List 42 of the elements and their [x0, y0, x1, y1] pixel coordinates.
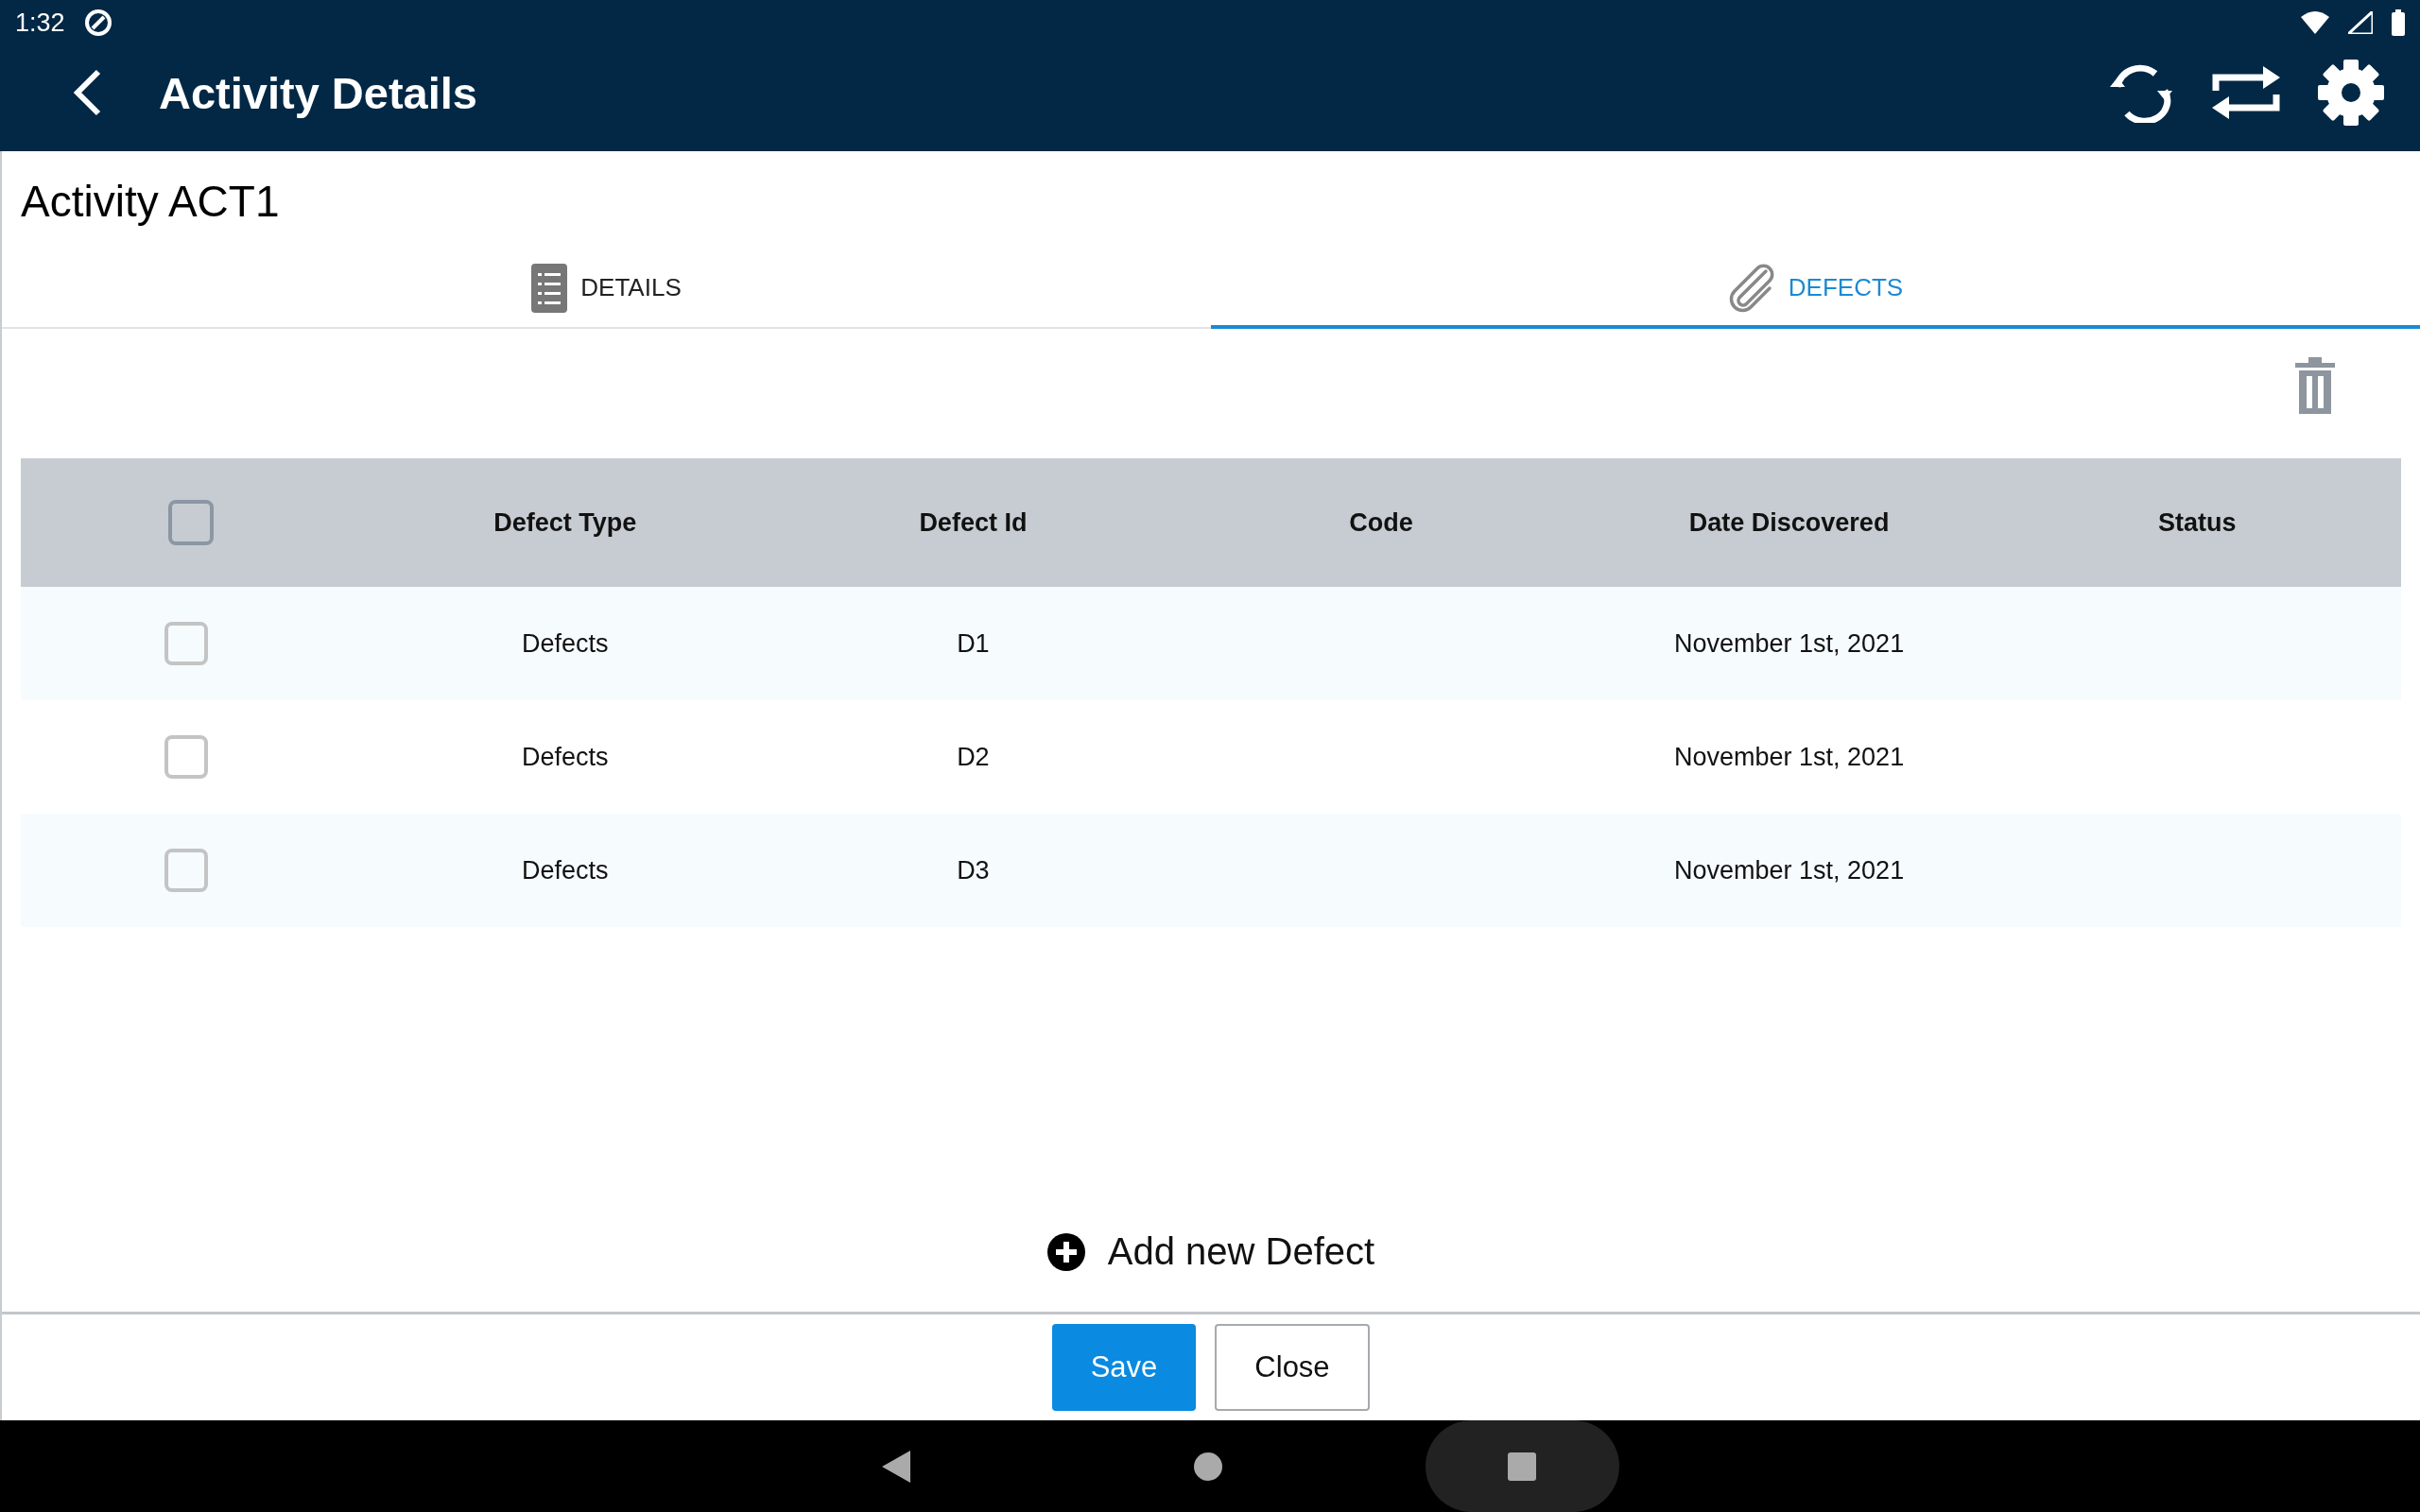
column-header: Date Discovered: [1687, 507, 1891, 538]
trash-icon: [2295, 357, 2335, 414]
row-checkbox[interactable]: [164, 849, 208, 892]
back-icon: [72, 68, 102, 117]
table-cell-text: Defects: [521, 742, 610, 772]
notification-icon: [83, 9, 112, 37]
battery-icon: [2392, 9, 2405, 36]
delete-button[interactable]: [2295, 357, 2335, 414]
table-cell-text: November 1st, 2021: [1673, 742, 1906, 772]
tab[interactable]: DEFECTS: [1211, 250, 2420, 329]
status-time: 1:32: [15, 8, 65, 38]
close-button[interactable]: Close: [1215, 1324, 1370, 1411]
column-header: Defect Id: [918, 507, 1028, 538]
paperclip-icon: [1727, 263, 1775, 313]
app-bar-title: Activity Details: [159, 66, 478, 119]
row-checkbox[interactable]: [164, 622, 208, 665]
settings-icon: [2316, 58, 2386, 128]
save-button[interactable]: Save: [1052, 1324, 1196, 1411]
column-header: Defect Type: [493, 507, 638, 538]
wifi-icon: [2301, 11, 2329, 34]
signal-icon: [2348, 11, 2373, 34]
select-all-checkbox[interactable]: [168, 500, 214, 545]
list-icon: [531, 263, 568, 313]
table-cell-text: D3: [956, 855, 991, 885]
add-defect-button[interactable]: Add new Defect: [1041, 1229, 1381, 1274]
tab[interactable]: DETAILS: [2, 250, 1211, 329]
circle-icon: [1193, 1452, 1222, 1481]
table-cell-text: November 1st, 2021: [1673, 855, 1906, 885]
row-checkbox[interactable]: [164, 735, 208, 779]
table-cell-text: Defects: [521, 628, 610, 659]
back-button[interactable]: [72, 68, 102, 117]
triangle-icon: [881, 1450, 910, 1483]
activity-heading: Activity ACT1: [20, 176, 281, 228]
column-header: Code: [1348, 507, 1414, 538]
table-cell-text: D1: [956, 628, 991, 659]
settings-button[interactable]: [2316, 58, 2386, 128]
column-header: Status: [2156, 507, 2238, 538]
table-cell-text: November 1st, 2021: [1673, 628, 1906, 659]
square-icon: [1508, 1452, 1536, 1481]
table-cell-text: D2: [956, 742, 991, 772]
table-cell-text: Defects: [521, 855, 610, 885]
plus-circle-icon: [1046, 1232, 1085, 1271]
